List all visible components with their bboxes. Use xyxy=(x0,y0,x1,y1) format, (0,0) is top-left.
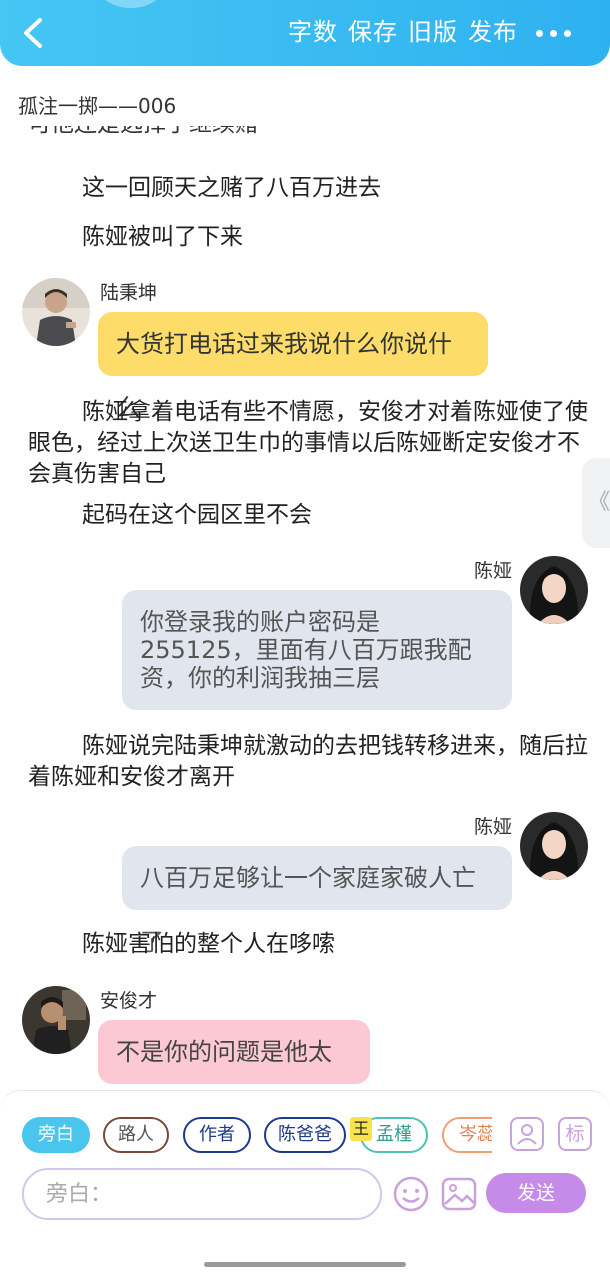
dialogue-bubble[interactable]: 你登录我的账户密码是255125，里面有八百万跟我配资，你的利润我抽三层 xyxy=(122,590,512,710)
role-chen-baba[interactable]: 陈爸爸 xyxy=(264,1117,346,1153)
avatar-chen-ya[interactable] xyxy=(520,812,588,880)
role-cen-rui[interactable]: 岑蕊 xyxy=(442,1117,492,1153)
old-version-button[interactable]: 旧版 xyxy=(408,17,458,47)
message-input[interactable] xyxy=(22,1168,382,1220)
more-dots-icon[interactable] xyxy=(534,30,574,38)
word-count-button[interactable]: 字数 xyxy=(288,17,338,47)
speaker-name: 陈娅 xyxy=(474,816,513,838)
avatar-lu-bingkun[interactable] xyxy=(22,278,90,346)
narration-paragraph[interactable]: 陈娅说完陆秉坤就激动的去把钱转移进来，随后拉着陈娅和安俊才离开 xyxy=(28,731,588,793)
tag-button[interactable]: 标 xyxy=(558,1117,592,1151)
emoji-icon[interactable] xyxy=(392,1175,430,1213)
cut-off-narration: 可他还是选择了继续赌 xyxy=(28,126,258,140)
person-card-icon[interactable] xyxy=(510,1117,544,1151)
avatar-chen-ya[interactable] xyxy=(520,556,588,624)
chapter-title: 孤注一掷——006 xyxy=(18,94,177,118)
role-narrator[interactable]: 旁白 xyxy=(22,1117,90,1153)
speaker-name: 陆秉坤 xyxy=(100,282,158,304)
avatar-an-juncai[interactable] xyxy=(22,986,90,1054)
dialogue-bubble[interactable]: 大货打电话过来我说什么你说什么 xyxy=(98,312,488,422)
speaker-name: 陈娅 xyxy=(474,560,513,582)
save-button[interactable]: 保存 xyxy=(348,17,398,47)
story-content[interactable]: 可他还是选择了继续赌 这一回顾天之赌了八百万进去 陈娅被叫了下来 陆秉坤 大货打… xyxy=(0,126,610,1088)
speaker-name: 安俊才 xyxy=(100,990,158,1012)
back-chevron-icon[interactable] xyxy=(18,14,48,52)
image-icon[interactable] xyxy=(440,1175,478,1213)
narration-line[interactable]: 起码在这个园区里不会 xyxy=(82,499,312,531)
role-selector: 旁白 路人 作者 陈爸爸 孟槿 岑蕊 xyxy=(0,1114,492,1158)
narration-line[interactable]: 陈娅被叫了下来 xyxy=(82,221,243,253)
send-button[interactable]: 发送 xyxy=(486,1173,586,1213)
narration-line[interactable]: 陈娅害怕的整个人在哆嗦 xyxy=(82,928,335,960)
role-author[interactable]: 作者 xyxy=(183,1117,251,1153)
protagonist-badge: 王 xyxy=(350,1117,372,1141)
narration-line[interactable]: 这一回顾天之赌了八百万进去 xyxy=(82,172,381,204)
publish-button[interactable]: 发布 xyxy=(468,17,518,47)
dialogue-bubble[interactable]: 八百万足够让一个家庭家破人亡了 xyxy=(122,846,512,956)
dialogue-bubble[interactable]: 不是你的问题是他太贪 xyxy=(98,1020,370,1084)
side-drawer-tab[interactable]: 《 xyxy=(582,458,610,548)
role-passerby[interactable]: 路人 xyxy=(103,1117,169,1153)
home-indicator xyxy=(204,1262,406,1267)
top-bar: 字数 保存 旧版 发布 xyxy=(0,0,610,66)
narration-paragraph[interactable]: 陈娅拿着电话有些不情愿，安俊才对着陈娅使了使眼色，经过上次送卫生巾的事情以后陈娅… xyxy=(28,397,588,490)
decorative-blob xyxy=(96,0,166,8)
